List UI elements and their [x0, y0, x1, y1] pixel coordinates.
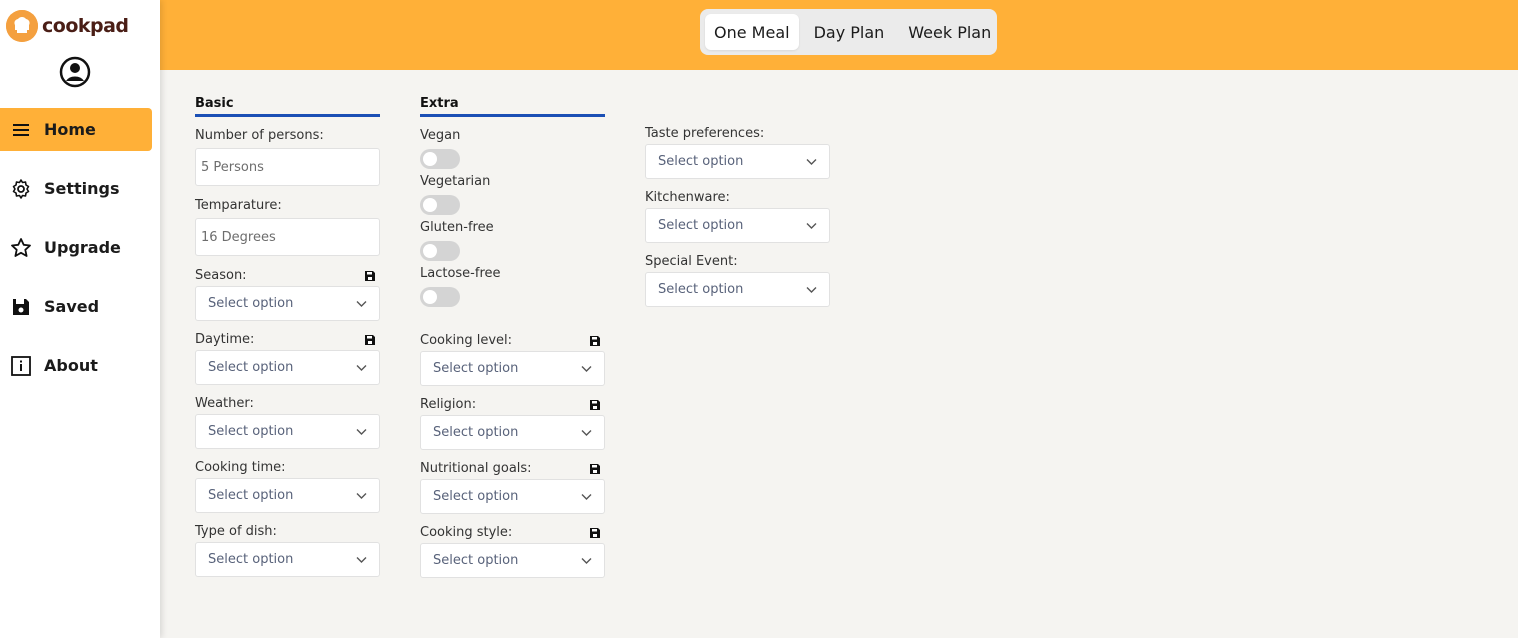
- cooking-style-label: Cooking style:: [420, 525, 513, 540]
- tab-week-plan[interactable]: Week Plan: [899, 14, 1000, 50]
- taste-preferences-select[interactable]: Select option: [645, 144, 830, 179]
- basic-column: Basic: [195, 96, 380, 117]
- lactose-free-toggle[interactable]: [420, 287, 460, 307]
- save-icon[interactable]: [365, 271, 375, 281]
- user-avatar-icon[interactable]: [59, 56, 91, 88]
- select-placeholder: Select option: [208, 296, 294, 311]
- save-icon[interactable]: [590, 400, 600, 410]
- sidebar-item-home[interactable]: Home: [0, 108, 152, 151]
- select-placeholder: Select option: [658, 154, 744, 169]
- sidebar-item-label: Upgrade: [44, 238, 121, 257]
- select-placeholder: Select option: [433, 553, 519, 568]
- extra-heading: Extra: [420, 96, 605, 117]
- vegetarian-label: Vegetarian: [420, 174, 491, 189]
- daytime-label: Daytime:: [195, 332, 255, 347]
- cooking-time-select[interactable]: Select option: [195, 478, 380, 513]
- select-placeholder: Select option: [433, 425, 519, 440]
- select-placeholder: Select option: [208, 488, 294, 503]
- special-event-label: Special Event:: [645, 254, 738, 269]
- nutritional-goals-select[interactable]: Select option: [420, 479, 605, 514]
- cooking-level-select[interactable]: Select option: [420, 351, 605, 386]
- select-placeholder: Select option: [433, 361, 519, 376]
- weather-select[interactable]: Select option: [195, 414, 380, 449]
- chevron-down-icon: [356, 493, 367, 499]
- cookpad-logo[interactable]: cookpad: [6, 10, 129, 42]
- kitchenware-label: Kitchenware:: [645, 190, 730, 205]
- plan-tabs: One Meal Day Plan Week Plan: [700, 9, 997, 55]
- save-icon[interactable]: [590, 336, 600, 346]
- dish-type-label: Type of dish:: [195, 524, 277, 539]
- persons-label: Number of persons:: [195, 128, 324, 143]
- chevron-down-icon: [356, 365, 367, 371]
- persons-input[interactable]: 5 Persons: [195, 148, 380, 186]
- taste-preferences-label: Taste preferences:: [645, 126, 765, 141]
- sidebar-item-about[interactable]: About: [0, 344, 152, 387]
- temperature-input[interactable]: 16 Degrees: [195, 218, 380, 256]
- extra-column: Extra: [420, 96, 605, 117]
- chevron-down-icon: [581, 430, 592, 436]
- chef-hat-icon: [6, 10, 38, 42]
- vegetarian-toggle[interactable]: [420, 195, 460, 215]
- brand-name: cookpad: [42, 15, 129, 37]
- tab-one-meal[interactable]: One Meal: [705, 14, 799, 50]
- chevron-down-icon: [581, 494, 592, 500]
- select-placeholder: Select option: [208, 360, 294, 375]
- gear-icon: [12, 178, 30, 199]
- select-placeholder: Select option: [658, 218, 744, 233]
- chevron-down-icon: [356, 301, 367, 307]
- season-label: Season:: [195, 268, 247, 283]
- season-select[interactable]: Select option: [195, 286, 380, 321]
- vegan-toggle[interactable]: [420, 149, 460, 169]
- info-icon: [11, 355, 31, 376]
- tab-day-plan[interactable]: Day Plan: [805, 14, 894, 50]
- save-icon[interactable]: [590, 528, 600, 538]
- gluten-free-label: Gluten-free: [420, 220, 494, 235]
- menu-icon: [13, 123, 29, 136]
- chevron-down-icon: [356, 557, 367, 563]
- top-header: One Meal Day Plan Week Plan: [160, 0, 1518, 70]
- gluten-free-toggle[interactable]: [420, 241, 460, 261]
- daytime-select[interactable]: Select option: [195, 350, 380, 385]
- select-placeholder: Select option: [433, 489, 519, 504]
- nutritional-goals-label: Nutritional goals:: [420, 461, 532, 476]
- chevron-down-icon: [806, 223, 817, 229]
- sidebar: cookpad Home Settings Upgrade Saved Abou…: [0, 0, 160, 638]
- chevron-down-icon: [581, 558, 592, 564]
- sidebar-item-label: Saved: [44, 297, 100, 316]
- save-icon: [13, 298, 29, 315]
- chevron-down-icon: [356, 429, 367, 435]
- religion-select[interactable]: Select option: [420, 415, 605, 450]
- chevron-down-icon: [581, 366, 592, 372]
- sidebar-nav: Home Settings Upgrade Saved About: [0, 108, 160, 403]
- chevron-down-icon: [806, 287, 817, 293]
- religion-label: Religion:: [420, 397, 477, 412]
- select-placeholder: Select option: [208, 424, 294, 439]
- save-icon[interactable]: [590, 464, 600, 474]
- sidebar-item-settings[interactable]: Settings: [0, 167, 152, 210]
- lactose-free-label: Lactose-free: [420, 266, 501, 281]
- select-placeholder: Select option: [658, 282, 744, 297]
- dish-type-select[interactable]: Select option: [195, 542, 380, 577]
- chevron-down-icon: [806, 159, 817, 165]
- sidebar-item-upgrade[interactable]: Upgrade: [0, 226, 152, 269]
- select-placeholder: Select option: [208, 552, 294, 567]
- special-event-select[interactable]: Select option: [645, 272, 830, 307]
- kitchenware-select[interactable]: Select option: [645, 208, 830, 243]
- vegan-label: Vegan: [420, 128, 461, 143]
- basic-heading: Basic: [195, 96, 380, 117]
- weather-label: Weather:: [195, 396, 254, 411]
- save-icon[interactable]: [365, 335, 375, 345]
- cooking-level-label: Cooking level:: [420, 333, 513, 348]
- temperature-label: Temparature:: [195, 198, 282, 213]
- sidebar-item-saved[interactable]: Saved: [0, 285, 152, 328]
- sidebar-item-label: Home: [44, 120, 96, 139]
- cooking-time-label: Cooking time:: [195, 460, 286, 475]
- cooking-style-select[interactable]: Select option: [420, 543, 605, 578]
- star-icon: [11, 237, 31, 257]
- sidebar-item-label: About: [44, 356, 98, 375]
- sidebar-item-label: Settings: [44, 179, 120, 198]
